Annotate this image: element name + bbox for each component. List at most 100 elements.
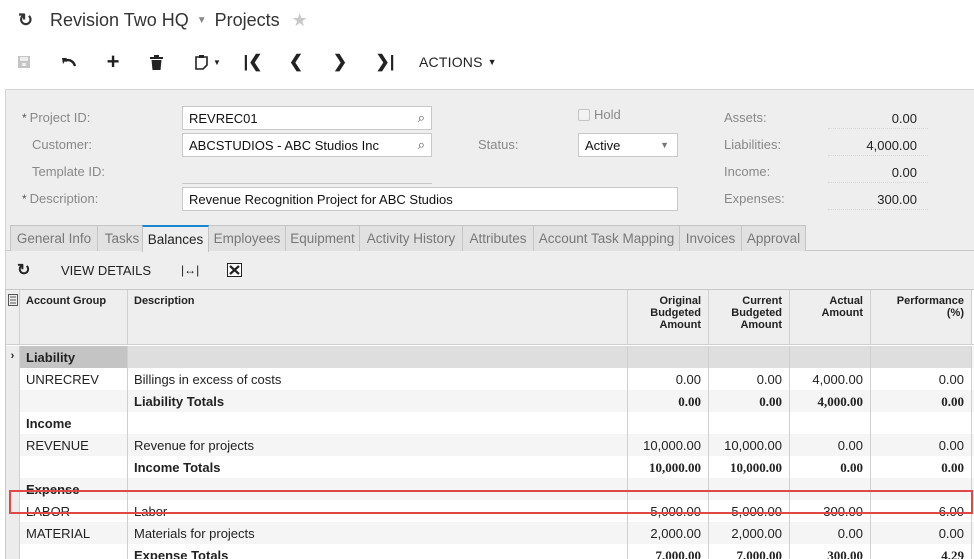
description-cell[interactable]: Income Totals: [128, 456, 628, 478]
current-budgeted-cell[interactable]: 7,000.00: [709, 544, 790, 559]
tab-attributes[interactable]: Attributes: [462, 225, 534, 251]
actual-amount-cell[interactable]: 4,000.00: [790, 368, 871, 390]
original-budgeted-cell[interactable]: 0.00: [628, 368, 709, 390]
account-group-cell[interactable]: UNRECREV: [20, 368, 128, 390]
table-row[interactable]: REVENUE Revenue for projects 10,000.00 10,0…: [6, 434, 974, 456]
template-id-field[interactable]: [182, 183, 432, 184]
account-group-cell[interactable]: Income: [20, 412, 128, 434]
account-group-cell[interactable]: [20, 390, 128, 412]
original-budgeted-cell[interactable]: 2,000.00: [628, 522, 709, 544]
description-cell[interactable]: Materials for projects: [128, 522, 628, 544]
row-selector[interactable]: ›: [6, 346, 20, 368]
view-details-button[interactable]: VIEW DETAILS: [61, 251, 151, 289]
grid-refresh-button[interactable]: ↻: [17, 251, 30, 289]
actions-menu[interactable]: ACTIONS ▼: [419, 46, 497, 78]
row-selector[interactable]: [6, 434, 20, 456]
column-header-account-group[interactable]: Account Group: [20, 290, 128, 344]
performance-cell[interactable]: 4.29: [871, 544, 972, 559]
tab-general-info[interactable]: General Info: [10, 225, 98, 251]
tab-employees[interactable]: Employees: [208, 225, 286, 251]
original-budgeted-cell[interactable]: [628, 412, 709, 434]
totals-row[interactable]: Income Totals 10,000.00 10,000.00 0.00 0.00: [6, 456, 974, 478]
performance-cell[interactable]: 0.00: [871, 390, 972, 412]
row-selector[interactable]: [6, 544, 20, 559]
save-button[interactable]: [14, 46, 34, 78]
current-budgeted-cell[interactable]: 10,000.00: [709, 434, 790, 456]
actual-amount-cell[interactable]: 300.00: [790, 544, 871, 559]
row-selector[interactable]: [6, 368, 20, 390]
original-budgeted-cell[interactable]: 0.00: [628, 390, 709, 412]
current-budgeted-cell[interactable]: [709, 346, 790, 368]
actual-amount-cell[interactable]: [790, 412, 871, 434]
project-id-field[interactable]: REVREC01 ⌕: [182, 106, 432, 130]
description-cell[interactable]: Expense Totals: [128, 544, 628, 559]
current-budgeted-cell[interactable]: [709, 478, 790, 500]
original-budgeted-cell[interactable]: 5,000.00: [628, 500, 709, 522]
group-row[interactable]: Income: [6, 412, 974, 434]
account-group-cell[interactable]: [20, 544, 128, 559]
actual-amount-cell[interactable]: 300.00: [790, 500, 871, 522]
column-header-original-budgeted[interactable]: Original Budgeted Amount: [628, 290, 709, 344]
current-budgeted-cell[interactable]: [709, 412, 790, 434]
column-header-current-budgeted[interactable]: Current Budgeted Amount: [709, 290, 790, 344]
row-selector[interactable]: [6, 500, 20, 522]
description-field[interactable]: Revenue Recognition Project for ABC Stud…: [182, 187, 678, 211]
chevron-down-icon[interactable]: ▼: [197, 15, 207, 26]
actual-amount-cell[interactable]: 0.00: [790, 522, 871, 544]
company-selector[interactable]: Revision Two HQ: [50, 10, 189, 31]
totals-row[interactable]: Expense Totals 7,000.00 7,000.00 300.00 4.29: [6, 544, 974, 559]
search-icon[interactable]: ⌕: [418, 110, 425, 126]
export-excel-button[interactable]: [227, 251, 242, 289]
table-row[interactable]: LABOR Labor 5,000.00 5,000.00 300.00 6.00: [6, 500, 974, 522]
star-icon[interactable]: ★: [292, 10, 308, 31]
tab-balances[interactable]: Balances: [142, 225, 209, 252]
clipboard-button[interactable]: ▼: [191, 46, 225, 78]
undo-button[interactable]: [58, 46, 80, 78]
tab-activity-history[interactable]: Activity History: [359, 225, 463, 251]
performance-cell[interactable]: 0.00: [871, 456, 972, 478]
performance-cell[interactable]: [871, 478, 972, 500]
next-record-button[interactable]: ❯: [330, 46, 350, 78]
account-group-cell[interactable]: MATERIAL: [20, 522, 128, 544]
column-header-description[interactable]: Description: [128, 290, 628, 344]
table-row[interactable]: MATERIAL Materials for projects 2,000.00 2,…: [6, 522, 974, 544]
actual-amount-cell[interactable]: 0.00: [790, 434, 871, 456]
original-budgeted-cell[interactable]: [628, 478, 709, 500]
performance-cell[interactable]: [871, 346, 972, 368]
fit-columns-button[interactable]: |↔|: [181, 251, 199, 289]
last-record-button[interactable]: ❯|: [374, 46, 396, 78]
tab-equipment[interactable]: Equipment: [285, 225, 360, 251]
column-chooser-button[interactable]: [6, 290, 20, 344]
description-cell[interactable]: Revenue for projects: [128, 434, 628, 456]
add-button[interactable]: +: [102, 46, 124, 78]
actual-amount-cell[interactable]: 0.00: [790, 456, 871, 478]
current-budgeted-cell[interactable]: 5,000.00: [709, 500, 790, 522]
current-budgeted-cell[interactable]: 10,000.00: [709, 456, 790, 478]
performance-cell[interactable]: 0.00: [871, 434, 972, 456]
performance-cell[interactable]: 6.00: [871, 500, 972, 522]
previous-record-button[interactable]: ❮: [286, 46, 306, 78]
first-record-button[interactable]: |❮: [243, 46, 263, 78]
customer-field[interactable]: ABCSTUDIOS - ABC Studios Inc ⌕: [182, 133, 432, 157]
current-budgeted-cell[interactable]: 0.00: [709, 368, 790, 390]
tab-approval[interactable]: Approval: [741, 225, 806, 251]
actual-amount-cell[interactable]: [790, 478, 871, 500]
description-cell[interactable]: Liability Totals: [128, 390, 628, 412]
table-row[interactable]: UNRECREV Billings in excess of costs 0.00 0…: [6, 368, 974, 390]
totals-row[interactable]: Liability Totals 0.00 0.00 4,000.00 0.00: [6, 390, 974, 412]
description-cell[interactable]: [128, 478, 628, 500]
status-select[interactable]: Active ▼: [578, 133, 678, 157]
group-row[interactable]: › Liability: [6, 346, 974, 368]
performance-cell[interactable]: 0.00: [871, 522, 972, 544]
description-cell[interactable]: [128, 412, 628, 434]
description-cell[interactable]: [128, 346, 628, 368]
tab-account-task-mapping[interactable]: Account Task Mapping: [533, 225, 680, 251]
actual-amount-cell[interactable]: [790, 346, 871, 368]
search-icon[interactable]: ⌕: [418, 137, 425, 153]
account-group-cell[interactable]: [20, 456, 128, 478]
performance-cell[interactable]: [871, 412, 972, 434]
row-selector[interactable]: [6, 478, 20, 500]
row-selector[interactable]: [6, 412, 20, 434]
original-budgeted-cell[interactable]: 10,000.00: [628, 434, 709, 456]
refresh-icon[interactable]: ↻: [18, 10, 40, 31]
